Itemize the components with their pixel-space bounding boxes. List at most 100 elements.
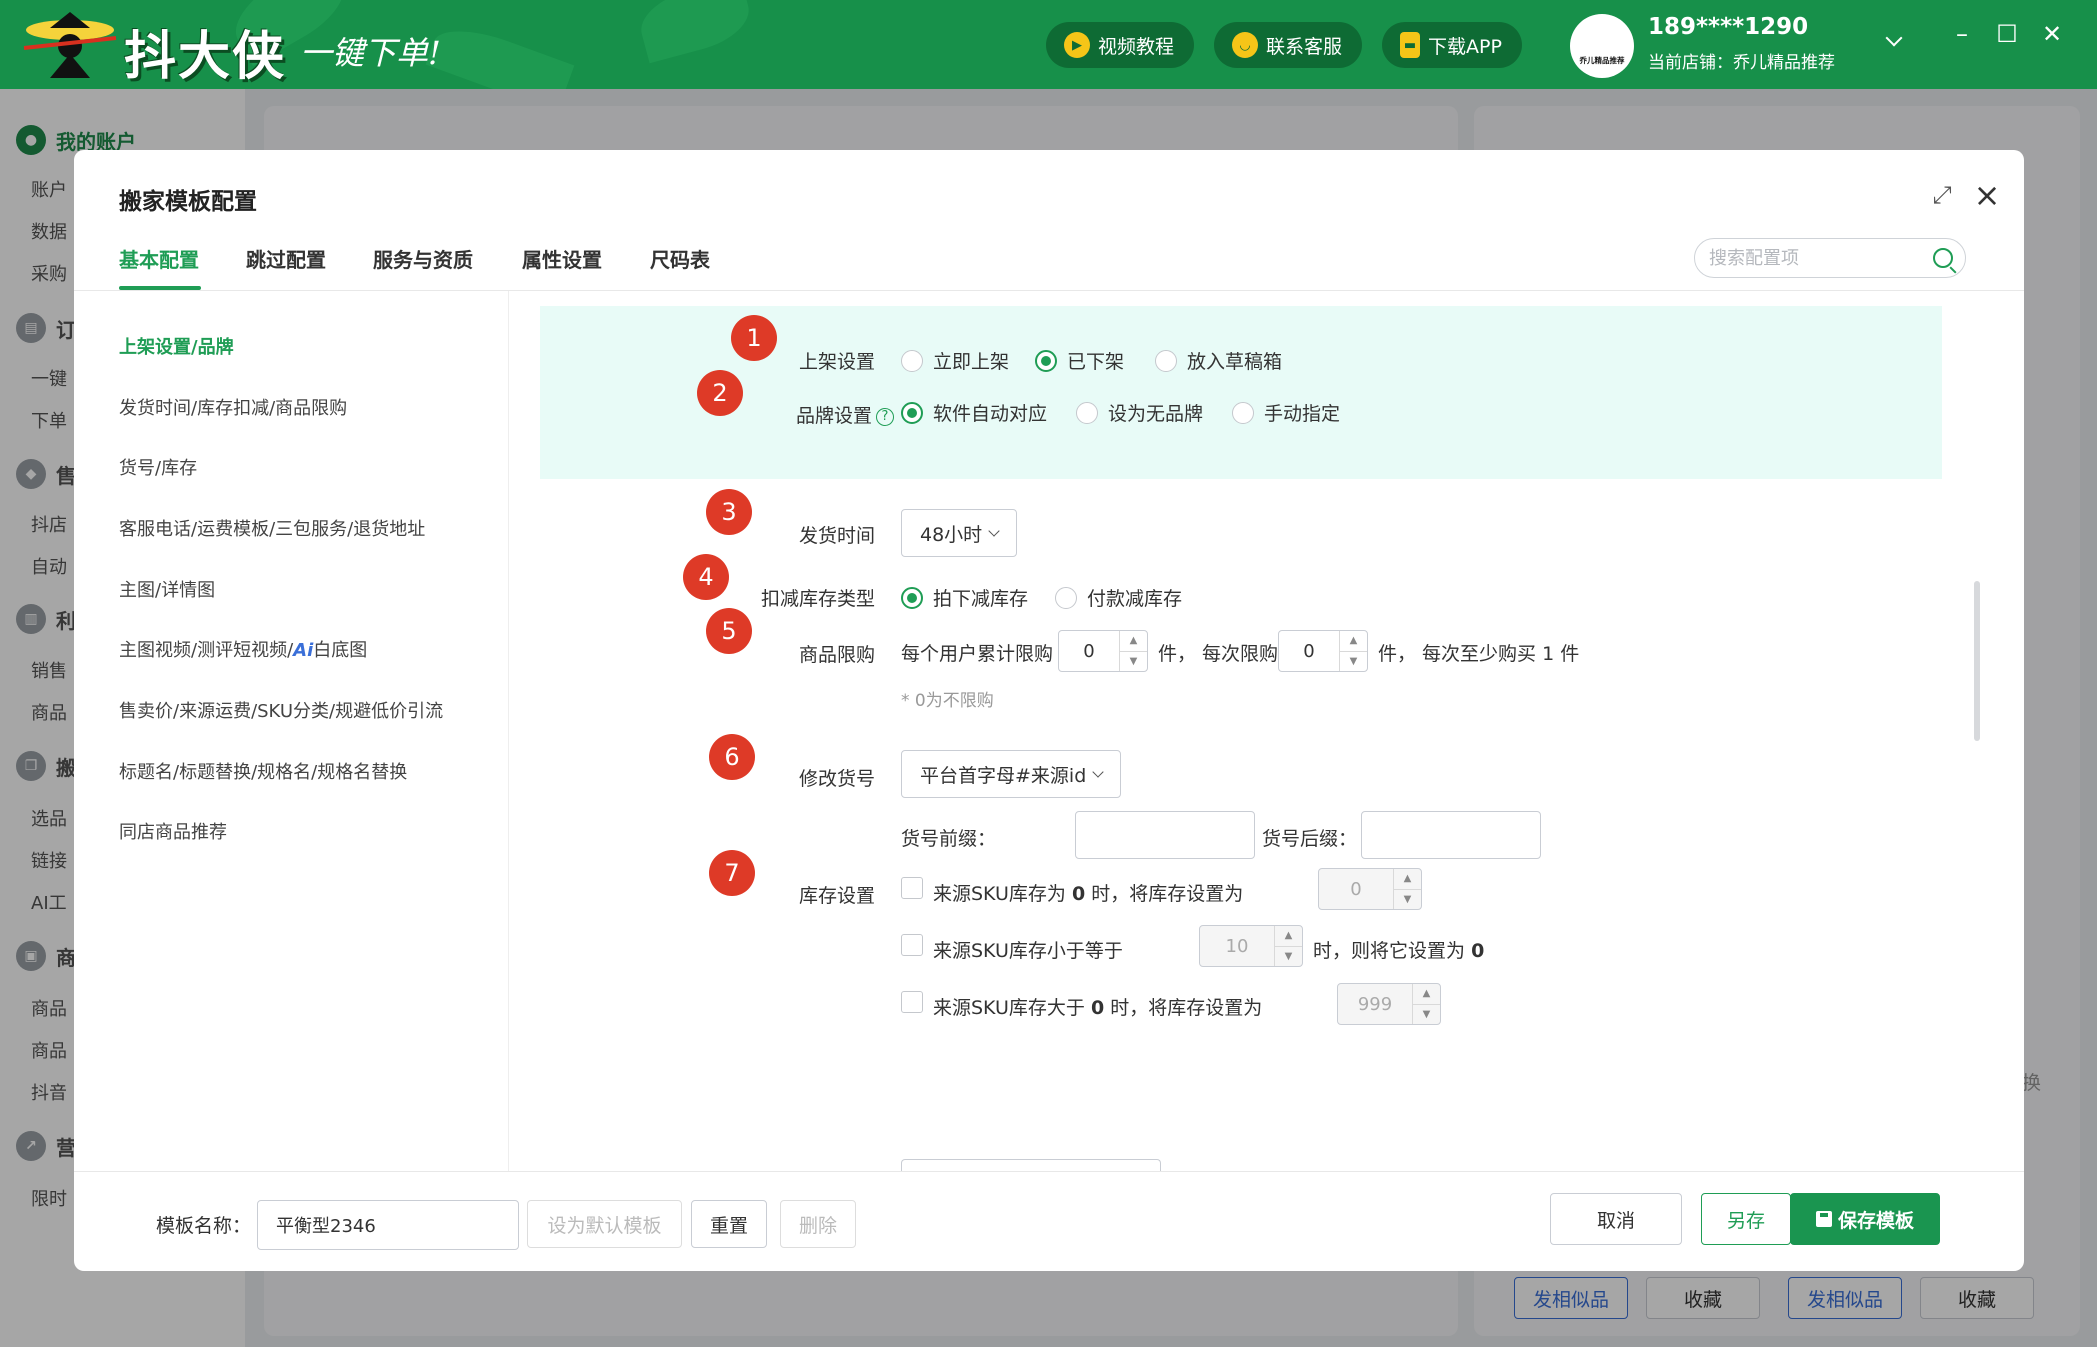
divider — [74, 1171, 2024, 1172]
ai-icon: Ai — [293, 640, 314, 661]
template-config-modal: 搬家模板配置 ⤢ × 基本配置 跳过配置 服务与资质 属性设置 尺码表 上架设置… — [74, 150, 2024, 1271]
delete-button[interactable]: 删除 — [780, 1200, 856, 1248]
nav-item-service[interactable]: 客服电话/运费模板/三包服务/退货地址 — [119, 515, 425, 541]
reset-button[interactable]: 重置 — [691, 1200, 767, 1248]
template-name-label: 模板名称： — [156, 1215, 252, 1237]
stock-rule-1-stepper[interactable]: 0 ▲ ▼ — [1318, 868, 1422, 910]
stock-rule-2-checkbox[interactable] — [901, 934, 923, 956]
save-as-button[interactable]: 另存 — [1701, 1193, 1791, 1245]
current-store: 当前店铺：乔儿精品推荐 — [1648, 53, 1835, 73]
decor-leaf — [634, 0, 756, 64]
scrollbar[interactable] — [1974, 581, 1980, 741]
maximize-icon[interactable]: ☐ — [1990, 20, 2024, 48]
save-template-button[interactable]: 保存模板 — [1790, 1193, 1940, 1245]
expand-icon[interactable]: ⤢ — [1929, 182, 1955, 208]
sku-code-select[interactable]: 平台首字母#来源id — [901, 750, 1122, 798]
contact-support-button[interactable]: ◡ 联系客服 — [1214, 22, 1363, 68]
set-default-button[interactable]: 设为默认模板 — [527, 1200, 682, 1248]
limit-per-stepper[interactable]: 0 ▲ ▼ — [1278, 630, 1368, 672]
app-header: 抖大侠 一键下单! ▶ 视频教程 ◡ 联系客服 ▬ 下载APP 乔儿精品推荐 1… — [0, 0, 2097, 89]
stock-rule-3-stepper[interactable]: 999 ▲ ▼ — [1337, 983, 1441, 1025]
tab-size-chart[interactable]: 尺码表 — [650, 244, 710, 273]
increment-icon: ▲ — [1129, 635, 1138, 647]
decrement-icon: ▼ — [1394, 888, 1421, 910]
tab-skip[interactable]: 跳过配置 — [246, 244, 326, 273]
avatar-text: 乔儿精品推荐 — [1579, 56, 1625, 65]
search-input[interactable] — [1709, 247, 1919, 269]
stock-rule-2-pre: 来源SKU库存小于等于 — [933, 940, 1123, 962]
section-nav: 上架设置/品牌 发货时间/库存扣减/商品限购 货号/库存 客服电话/运费模板/三… — [74, 291, 509, 1171]
radio-listing-off[interactable]: 已下架 — [1035, 347, 1124, 374]
account-phone: 189****1290 — [1648, 14, 1809, 40]
chevron-down-icon — [988, 525, 1000, 537]
radio-listing-draft[interactable]: 放入草稿箱 — [1155, 347, 1282, 374]
step-marker: 7 — [709, 850, 755, 896]
template-name-input[interactable]: 平衡型2346 — [257, 1200, 519, 1250]
step-marker: 3 — [706, 489, 752, 535]
decor-leaf — [425, 17, 575, 89]
logo-figure-icon — [23, 12, 117, 78]
minimize-icon[interactable]: – — [1945, 20, 1979, 48]
stock-rule-3-checkbox[interactable] — [901, 991, 923, 1013]
tab-service[interactable]: 服务与资质 — [373, 244, 473, 273]
cancel-button[interactable]: 取消 — [1550, 1193, 1682, 1245]
sku-code-value: 平台首字母#来源id — [920, 764, 1087, 787]
sku-prefix-input[interactable] — [1075, 811, 1255, 859]
smile-icon: ◡ — [1232, 32, 1258, 58]
video-tutorial-button[interactable]: ▶ 视频教程 — [1046, 22, 1195, 68]
help-icon[interactable]: ? — [876, 407, 894, 426]
ship-time-select[interactable]: 48小时 — [901, 509, 1018, 557]
step-marker: 6 — [709, 734, 755, 780]
decrement-icon: ▼ — [1413, 1003, 1440, 1025]
play-icon: ▶ — [1064, 32, 1090, 58]
step-marker: 2 — [697, 370, 743, 416]
save-icon — [1815, 1211, 1832, 1227]
nav-item-video[interactable]: 主图视频/测评短视频/Ai白底图 — [119, 636, 367, 662]
close-icon[interactable]: × — [1972, 179, 2002, 211]
tab-attributes[interactable]: 属性设置 — [522, 244, 602, 273]
stock-rule-2-stepper[interactable]: 10 ▲ ▼ — [1199, 925, 1303, 967]
decrement-icon: ▼ — [1340, 650, 1367, 672]
nav-item-images[interactable]: 主图/详情图 — [119, 576, 215, 602]
phone-icon: ▬ — [1400, 32, 1420, 58]
video-tutorial-label: 视频教程 — [1098, 35, 1175, 58]
nav-item-listing-brand[interactable]: 上架设置/品牌 — [119, 333, 234, 359]
radio-brand-none[interactable]: 设为无品牌 — [1076, 399, 1203, 426]
avatar[interactable]: 乔儿精品推荐 — [1570, 14, 1634, 78]
limit-total-text: 每个用户累计限购 — [901, 643, 1054, 665]
stock-rule-1-checkbox[interactable] — [901, 877, 923, 899]
contact-support-label: 联系客服 — [1266, 35, 1343, 58]
nav-item-price[interactable]: 售卖价/来源运费/SKU分类/规避低价引流 — [119, 697, 443, 723]
nav-item-recommend[interactable]: 同店商品推荐 — [119, 818, 227, 844]
nav-item-sku-stock[interactable]: 货号/库存 — [119, 454, 197, 480]
increment-icon: ▲ — [1284, 930, 1293, 942]
nav-item-shipping[interactable]: 发货时间/库存扣减/商品限购 — [119, 394, 347, 420]
stock-rule-1-text: 来源SKU库存为 0 时，将库存设置为 — [933, 883, 1244, 905]
radio-listing-now[interactable]: 立即上架 — [901, 347, 1009, 374]
step-marker: 4 — [683, 554, 729, 600]
radio-deduct-order[interactable]: 拍下减库存 — [901, 584, 1028, 611]
close-window-icon[interactable]: ✕ — [2035, 20, 2069, 48]
stock-deduct-label: 扣减库存类型 — [760, 588, 875, 610]
limit-per-text: 件， 每次限购 — [1158, 643, 1279, 665]
stock-label: 库存设置 — [798, 885, 875, 907]
limit-total-stepper[interactable]: 0 ▲ ▼ — [1058, 630, 1148, 672]
config-search[interactable] — [1694, 238, 1966, 278]
radio-brand-auto[interactable]: 软件自动对应 — [901, 399, 1047, 426]
ship-time-value: 48小时 — [920, 523, 983, 546]
decrement-icon: ▼ — [1120, 650, 1147, 672]
brand-label: 品牌设置? — [754, 401, 894, 428]
nav-item-title[interactable]: 标题名/标题替换/规格名/规格名替换 — [119, 758, 407, 784]
download-app-label: 下载APP — [1428, 35, 1502, 58]
download-app-button[interactable]: ▬ 下载APP — [1382, 22, 1522, 68]
logo-slogan: 一键下单! — [300, 34, 441, 72]
radio-deduct-payment[interactable]: 付款减库存 — [1055, 584, 1182, 611]
account-dropdown-chevron-icon[interactable] — [1885, 29, 1903, 47]
tab-basic[interactable]: 基本配置 — [119, 244, 199, 273]
radio-brand-manual[interactable]: 手动指定 — [1232, 399, 1340, 426]
sku-suffix-input[interactable] — [1361, 811, 1541, 859]
search-icon[interactable] — [1933, 248, 1953, 268]
limit-tail-text: 件， 每次至少购买 1 件 — [1378, 643, 1580, 665]
limit-note: * 0为不限购 — [901, 691, 994, 711]
partial-select[interactable] — [901, 1159, 1161, 1171]
